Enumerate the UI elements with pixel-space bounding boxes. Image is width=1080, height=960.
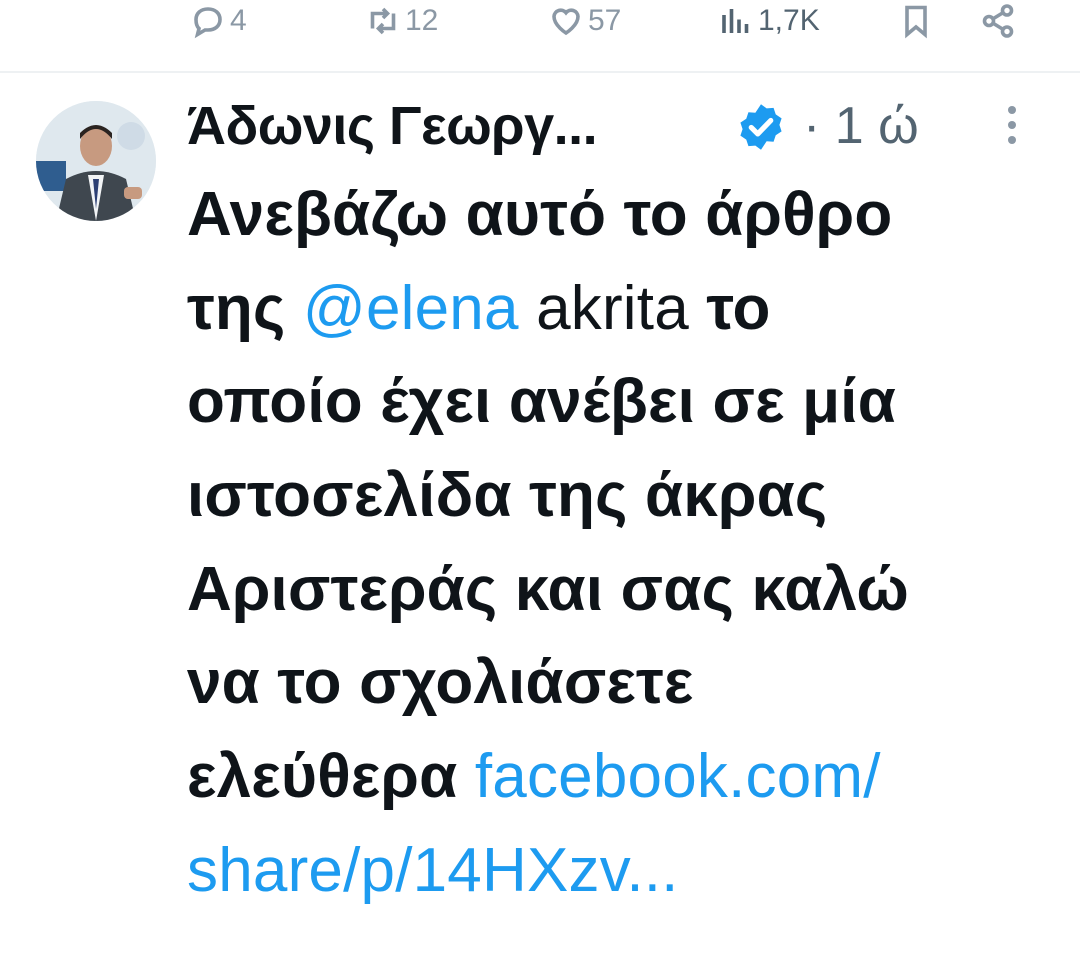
like-button[interactable]: 57 bbox=[548, 0, 621, 42]
author-avatar[interactable] bbox=[36, 101, 156, 221]
tweet-text-line: share/p/14HXzv... bbox=[187, 824, 1057, 918]
tweet-text-segment: ελεύθερα bbox=[187, 742, 475, 812]
url-link[interactable]: facebook.com/ bbox=[475, 742, 881, 811]
tweet-text-line: οποίο έχει ανέβει σε μία bbox=[187, 355, 1057, 449]
tweet-divider bbox=[0, 71, 1080, 73]
more-dot-icon bbox=[1008, 136, 1016, 144]
share-button[interactable] bbox=[980, 0, 1016, 42]
time-separator: · bbox=[803, 97, 821, 155]
like-count: 57 bbox=[588, 4, 622, 37]
tweet-text-segment: Αριστεράς και σας καλώ bbox=[187, 554, 910, 624]
more-dot-icon bbox=[1008, 106, 1016, 114]
views-count: 1,7K bbox=[758, 4, 820, 37]
tweet-text-segment: να το σχολιάσετε bbox=[187, 648, 694, 718]
reply-count: 4 bbox=[230, 4, 247, 37]
tweet-text-segment: ιστοσελίδα της άκρας bbox=[187, 461, 828, 531]
heart-icon bbox=[552, 8, 580, 36]
tweet-timestamp[interactable]: · 1 ώ bbox=[803, 88, 919, 164]
tweet-text-segment: το bbox=[688, 273, 771, 343]
author-name[interactable]: Άδωνις Γεωργ... bbox=[187, 88, 598, 164]
tweet-text-line: ιστοσελίδα της άκρας bbox=[187, 449, 1057, 543]
bookmark-icon bbox=[905, 5, 927, 39]
share-icon bbox=[982, 4, 1014, 38]
retweet-count: 12 bbox=[405, 4, 439, 37]
more-dot-icon bbox=[1008, 121, 1016, 129]
verified-badge-icon bbox=[740, 104, 782, 150]
time-value: 1 ώ bbox=[834, 97, 919, 155]
tweet-text-segment: οποίο έχει ανέβει σε μία bbox=[187, 367, 897, 437]
tweet-header: Άδωνις Γεωργ... · 1 ώ bbox=[187, 88, 1067, 164]
retweet-button[interactable]: 12 bbox=[365, 0, 438, 42]
tweet-text: Ανεβάζω αυτό το άρθρο της @elena akrita τ… bbox=[187, 168, 1057, 918]
more-options-button[interactable] bbox=[1005, 106, 1019, 152]
tweet-text-line: Ανεβάζω αυτό το άρθρο bbox=[187, 168, 1057, 262]
reply-icon bbox=[194, 7, 222, 39]
mention-link[interactable]: @elena bbox=[303, 274, 519, 343]
reply-button[interactable]: 4 bbox=[190, 0, 247, 42]
views-button[interactable]: 1,7K bbox=[718, 0, 820, 42]
views-icon bbox=[722, 9, 749, 33]
tweet-text-line: ελεύθερα facebook.com/ bbox=[187, 730, 1057, 824]
tweet-text-segment: Ανεβάζω αυτό το άρθρο bbox=[187, 180, 893, 249]
tweet-text-line: να το σχολιάσετε bbox=[187, 636, 1057, 730]
tweet-text-segment: akrita bbox=[518, 273, 689, 343]
tweet-text-line: Αριστεράς και σας καλώ bbox=[187, 543, 1057, 637]
tweet-text-line: της @elena akrita το bbox=[187, 262, 1057, 356]
avatar-image bbox=[36, 101, 156, 221]
tweet-text-segment: της bbox=[187, 273, 303, 343]
retweet-icon bbox=[370, 7, 396, 35]
url-link[interactable]: share/p/14HXzv... bbox=[187, 836, 679, 905]
bookmark-button[interactable] bbox=[898, 0, 934, 42]
previous-tweet-action-bar: 4 12 57 1,7K bbox=[0, 0, 1080, 45]
